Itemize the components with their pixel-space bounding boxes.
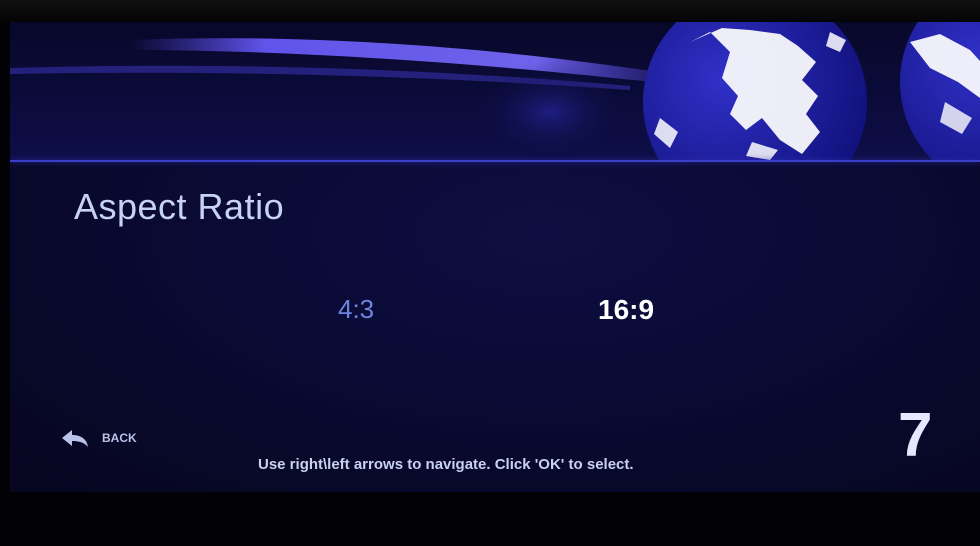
navigation-hint: Use right\left arrows to navigate. Click… [258,456,634,473]
back-arrow-icon [62,430,88,447]
option-16-9[interactable]: 16:9 [598,294,654,326]
back-button[interactable]: BACK [60,428,137,448]
globe-icon [10,22,980,160]
back-label: BACK [102,431,137,445]
header-divider [10,160,980,162]
tv-photo-frame: Aspect Ratio 4:3 16:9 BACK Use right\lef… [0,0,980,546]
page-title: Aspect Ratio [74,186,285,227]
header-banner [10,22,980,160]
tv-screen: Aspect Ratio 4:3 16:9 BACK Use right\lef… [10,22,980,492]
tv-bezel [0,0,980,22]
page-number: 7 [898,401,933,470]
option-4-3[interactable]: 4:3 [338,294,374,325]
